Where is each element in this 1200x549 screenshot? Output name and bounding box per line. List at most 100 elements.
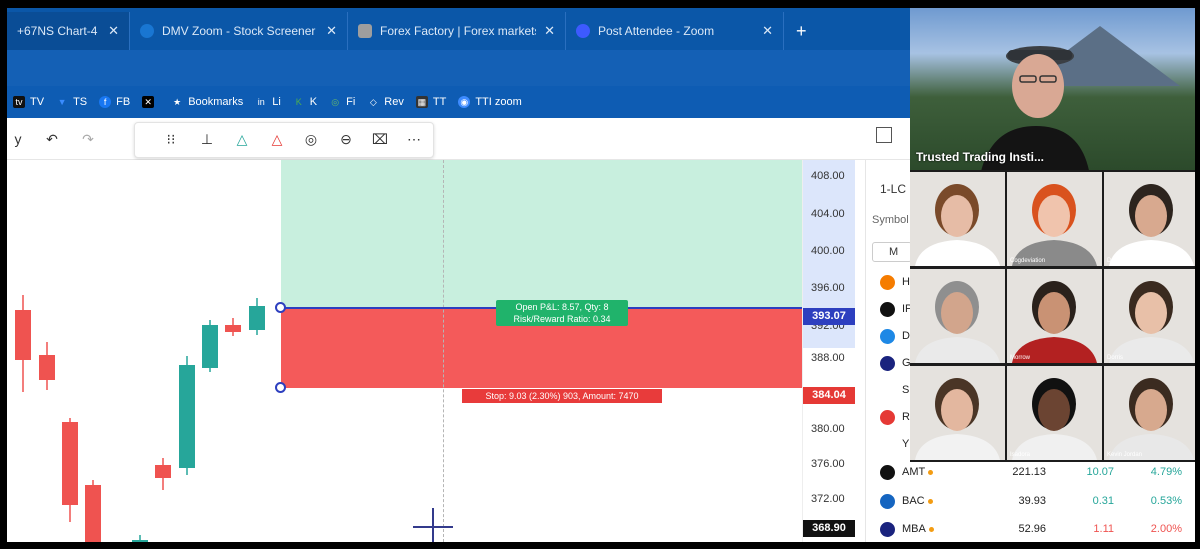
- fullscreen-icon[interactable]: [876, 127, 892, 143]
- tab-label: +67NS Chart-4: [17, 24, 98, 38]
- close-icon[interactable]: ✕: [108, 23, 119, 39]
- page-icon: [358, 24, 372, 38]
- participant-tile[interactable]: Isadora: [1007, 366, 1102, 460]
- redo-icon[interactable]: ↷: [77, 129, 99, 149]
- bookmark-ts[interactable]: ▼ TS: [56, 96, 88, 108]
- tab-forex-factory[interactable]: Forex Factory | Forex markets f ✕: [348, 12, 566, 50]
- bookmark-tv[interactable]: tv TV: [13, 96, 44, 108]
- symbol-logo-icon: [880, 494, 895, 509]
- bookmark-bookmarks[interactable]: ★ Bookmarks: [171, 96, 243, 108]
- symbol-logo-icon: [880, 465, 895, 480]
- symbol-logo-icon: [880, 410, 895, 425]
- price-chart[interactable]: Open P&L: 8.57, Qty: 8 Risk/Reward Ratio…: [7, 160, 865, 542]
- participant-video: [1012, 281, 1097, 363]
- symbol-logo-icon: [880, 383, 895, 398]
- watchlist-row[interactable]: AMT 221.13 10.07 4.79%: [866, 460, 1195, 486]
- tab-chart[interactable]: +67NS Chart-4 ✕: [7, 12, 130, 50]
- candle-body: [62, 422, 78, 505]
- price-axis[interactable]: 408.00 404.00 400.00 396.00 392.00 388.0…: [802, 160, 865, 542]
- symbol-name: BAC: [902, 495, 925, 507]
- screen-frame: +67NS Chart-4 ✕ DMV Zoom - Stock Screene…: [7, 8, 1195, 542]
- status-dot: [928, 469, 934, 475]
- symbol-name: S: [902, 384, 910, 396]
- bookmark-k[interactable]: KK: [293, 96, 317, 108]
- close-icon[interactable]: ✕: [326, 23, 337, 39]
- filter-icon: ▼: [57, 97, 67, 107]
- bookmark-rev[interactable]: ◇ Rev: [367, 96, 404, 108]
- participant-tile[interactable]: Dori: [1104, 172, 1195, 266]
- chevron-icon[interactable]: y: [7, 129, 29, 149]
- current-price-tag: 368.90: [803, 520, 855, 537]
- watchlist-title[interactable]: 1-LC: [880, 182, 906, 196]
- candlestick-series: [15, 295, 265, 542]
- candle-body: [202, 325, 218, 368]
- participant-tile[interactable]: [910, 366, 1005, 460]
- price-tick: 388.00: [811, 352, 845, 364]
- zoom-video-panel: Trusted Trading Insti... Cogdeviation Dor…: [910, 8, 1195, 462]
- watchlist-row[interactable]: BAC 39.93 0.31 0.53%: [866, 489, 1195, 515]
- participant-video: [1109, 378, 1194, 460]
- close-icon[interactable]: ✕: [762, 23, 773, 39]
- participant-tile[interactable]: [910, 172, 1005, 266]
- host-video-tile[interactable]: Trusted Trading Insti...: [910, 8, 1195, 170]
- settings-icon[interactable]: ◎: [300, 129, 322, 149]
- tt-icon: ▦: [415, 96, 428, 108]
- participant-tile[interactable]: Dorris: [1104, 269, 1195, 363]
- x-icon: ✕: [142, 96, 155, 108]
- participant-video: [1012, 184, 1097, 266]
- bookmark-tti-zoom[interactable]: ◉ TTI zoom: [458, 96, 522, 108]
- bookmark-label: TT: [432, 96, 447, 108]
- symbol-name: MBA: [902, 523, 926, 535]
- more-icon[interactable]: ⋯: [403, 129, 425, 149]
- status-dot: [928, 526, 934, 532]
- symbol-name: H: [902, 276, 910, 288]
- bookmark-tt[interactable]: ▦ TT: [415, 96, 447, 108]
- tab-stock-screener[interactable]: DMV Zoom - Stock Screener ✕: [130, 12, 348, 50]
- participant-video: [915, 378, 1000, 460]
- target-zone[interactable]: [281, 160, 802, 308]
- bookmark-li[interactable]: in Li: [255, 96, 281, 108]
- undo-icon[interactable]: ↶: [41, 129, 63, 149]
- bookmark-label: Rev: [384, 96, 404, 108]
- open-pnl-text: Open P&L: 8.57, Qty: 8: [515, 302, 609, 312]
- participant-tile[interactable]: Cogdeviation: [1007, 172, 1102, 266]
- bookmark-x[interactable]: ✕: [142, 96, 159, 108]
- line-style-icon[interactable]: ⊥: [196, 129, 218, 149]
- host-video: [981, 46, 1089, 170]
- symbol-logo-icon: [880, 275, 895, 290]
- participant-video: [915, 184, 1000, 266]
- candle-body: [15, 310, 31, 360]
- symbol-logo-icon: [880, 356, 895, 371]
- template-icon[interactable]: ⁝⁝: [160, 129, 182, 149]
- bookmark-label: TTI zoom: [475, 96, 522, 108]
- bookmark-fi[interactable]: ◎ Fi: [329, 96, 355, 108]
- new-tab-button[interactable]: +: [784, 12, 819, 50]
- price-tick: 376.00: [811, 458, 845, 470]
- trash-icon[interactable]: ⌧: [369, 129, 391, 149]
- symbol-logo-icon: [880, 302, 895, 317]
- bookmark-label: TS: [73, 96, 88, 108]
- fill-color-icon[interactable]: △: [231, 129, 253, 149]
- symbol-logo-icon: [880, 329, 895, 344]
- participant-tile[interactable]: Morrow: [1007, 269, 1102, 363]
- tab-zoom[interactable]: Post Attendee - Zoom ✕: [566, 12, 784, 50]
- bookmark-label: FB: [116, 96, 131, 108]
- bookmark-label: Fi: [346, 96, 356, 108]
- participant-name: Kevin Jordan: [1107, 452, 1143, 458]
- candle-body: [39, 355, 55, 380]
- lock-icon[interactable]: ⊖: [335, 129, 357, 149]
- stop-price-tag: 384.04: [803, 387, 855, 404]
- participant-tile[interactable]: Kevin Jordan: [1104, 366, 1195, 460]
- symbol-column-header[interactable]: Symbol: [872, 214, 909, 226]
- participant-tile[interactable]: [910, 269, 1005, 363]
- stop-info-label: Stop: 9.03 (2.30%) 903, Amount: 7470: [462, 389, 662, 403]
- close-icon[interactable]: ✕: [544, 23, 555, 39]
- line-color-icon[interactable]: △: [266, 129, 288, 149]
- diamond-icon: ◇: [369, 97, 377, 107]
- bookmark-label: K: [309, 96, 318, 108]
- selected-symbol[interactable]: M: [872, 242, 912, 262]
- price-tick: 408.00: [811, 170, 845, 182]
- bookmark-fb[interactable]: f FB: [99, 96, 130, 108]
- watchlist-row[interactable]: MBA 52.96 1.11 2.00%: [866, 517, 1195, 542]
- star-icon: ★: [173, 97, 182, 107]
